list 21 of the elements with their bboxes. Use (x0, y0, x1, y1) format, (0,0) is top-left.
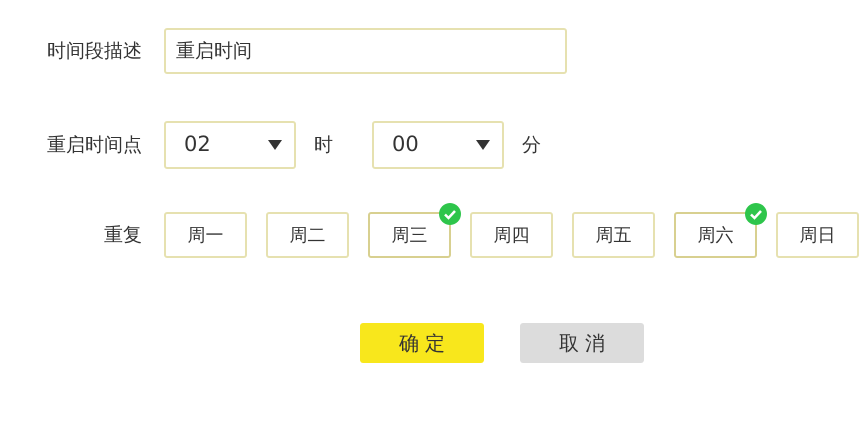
description-field[interactable]: 重启时间 (164, 28, 567, 74)
dropdown-arrow-icon (476, 140, 490, 150)
day-toggle[interactable]: 周六 (674, 212, 757, 258)
confirm-button[interactable]: 确 定 (360, 323, 484, 363)
day-toggle[interactable]: 周五 (572, 212, 655, 258)
dropdown-arrow-icon (268, 140, 282, 150)
cancel-button[interactable]: 取 消 (520, 323, 644, 363)
check-icon (439, 203, 461, 225)
hour-select[interactable]: 02 (164, 121, 296, 169)
day-toggle[interactable]: 周一 (164, 212, 247, 258)
check-icon (745, 203, 767, 225)
day-toggle[interactable]: 周二 (266, 212, 349, 258)
unit-label: 时 (314, 132, 334, 158)
minute-select[interactable]: 00 (372, 121, 504, 169)
day-toggle[interactable]: 周三 (368, 212, 451, 258)
day-toggle[interactable]: 周四 (470, 212, 553, 258)
field-label: 时间段描述 (47, 40, 142, 62)
day-toggle[interactable]: 周日 (776, 212, 859, 258)
unit-label: 分 (522, 132, 541, 158)
field-label: 重复 (104, 224, 142, 246)
field-label: 重启时间点 (47, 134, 142, 156)
